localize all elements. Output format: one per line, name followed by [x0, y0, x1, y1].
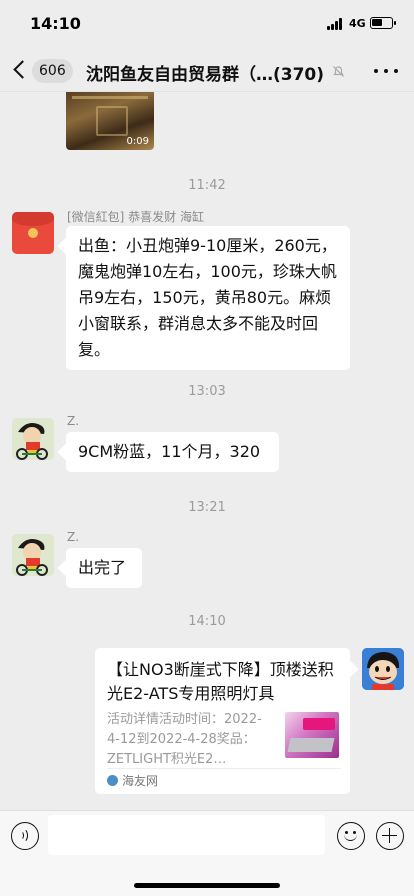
card-divider [107, 768, 341, 769]
emoji-button[interactable] [337, 822, 365, 850]
nav-bar: 606 沈阳鱼友自由贸易群（…(370) [0, 48, 414, 92]
back-button[interactable] [10, 58, 32, 82]
sender-name: Z. [67, 414, 80, 428]
group-name: 沈阳鱼友自由贸易群（… [86, 65, 273, 85]
video-message[interactable]: 0:09 [66, 92, 154, 150]
plus-button[interactable] [376, 822, 404, 850]
timestamp: 13:21 [188, 500, 226, 515]
source-icon [107, 775, 118, 786]
message-bubble[interactable]: 出鱼：小丑炮弹9-10厘米，260元，魔鬼炮弹10左右，100元，珍珠大帆吊9左… [66, 226, 350, 370]
card-source: 海友网 [107, 773, 158, 789]
unread-badge[interactable]: 606 [32, 59, 73, 83]
avatar[interactable] [362, 648, 404, 690]
sender-name: [微信紅包] 恭喜发财 海缸 [67, 210, 204, 224]
status-bar: 14:10 4G [0, 0, 414, 48]
status-time: 14:10 [30, 14, 81, 33]
link-card[interactable]: 【让NO3断崖式下降】顶楼送积光E2-ATS专用照明灯具 活动详情活动时间：20… [95, 648, 350, 794]
cartoon-avatar-icon [12, 534, 54, 576]
avatar[interactable] [12, 534, 54, 576]
battery-level [372, 19, 382, 26]
message-input[interactable] [48, 815, 325, 855]
timestamp: 11:42 [188, 178, 226, 193]
timestamp: 13:03 [188, 384, 226, 399]
card-title: 【让NO3断崖式下降】顶楼送积光E2-ATS专用照明灯具 [107, 660, 334, 703]
source-name: 海友网 [122, 774, 159, 788]
video-duration: 0:09 [126, 136, 149, 147]
cartoon-avatar-icon [12, 418, 54, 460]
avatar[interactable] [12, 212, 54, 254]
card-description: 活动详情活动时间：2022-4-12到2022-4-28奖品：ZETLIGHT积… [107, 712, 262, 767]
sender-name: Z. [67, 530, 80, 544]
message-bubble[interactable]: 9CM粉蓝，11个月，320 [66, 432, 279, 472]
avatar[interactable] [12, 418, 54, 460]
chat-title[interactable]: 沈阳鱼友自由贸易群（…(370) [86, 60, 328, 85]
signal-icon [327, 18, 345, 30]
member-count: (370) [273, 65, 325, 85]
more-button[interactable] [372, 62, 400, 80]
voice-button[interactable] [11, 822, 39, 850]
battery-icon [370, 17, 396, 29]
input-bar [0, 810, 414, 896]
timestamp: 14:10 [188, 614, 226, 629]
home-indicator [134, 883, 280, 888]
network-type: 4G [349, 17, 366, 30]
message-bubble[interactable]: 出完了 [66, 548, 142, 588]
card-thumbnail [285, 712, 339, 758]
chat-area[interactable]: 0:09 11:42 [微信紅包] 恭喜发财 海缸 出鱼：小丑炮弹9-10厘米，… [0, 92, 414, 810]
bell-muted-icon [333, 66, 344, 77]
cartoon-avatar-icon [362, 648, 404, 690]
